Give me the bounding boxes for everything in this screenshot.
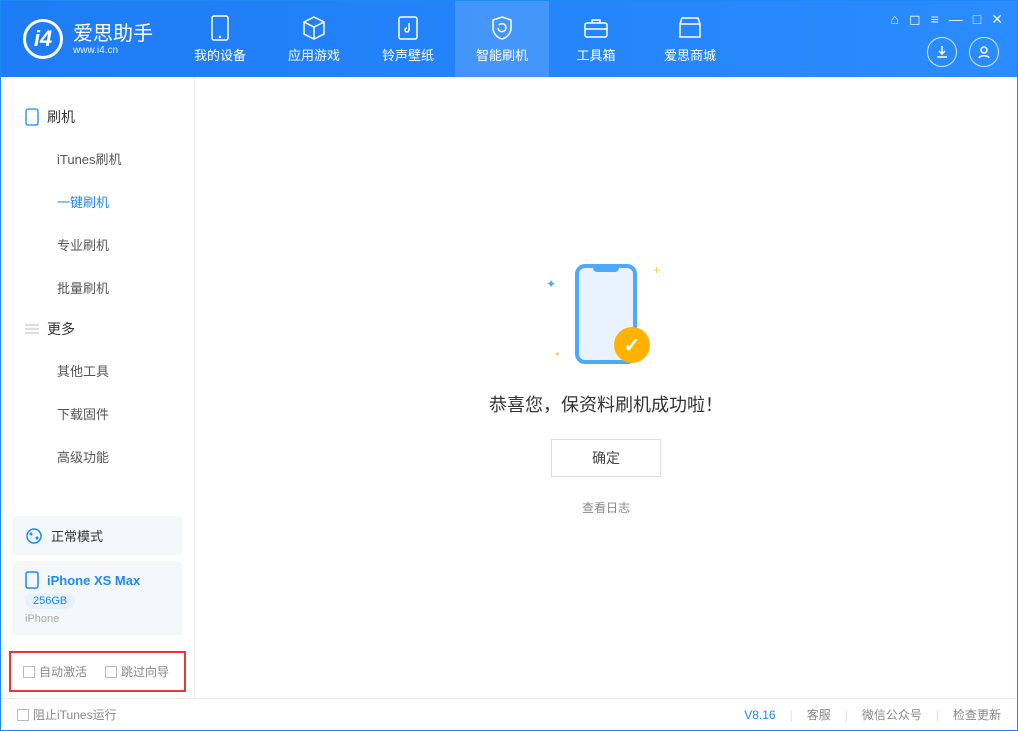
app-title: 爱思助手: [73, 23, 153, 45]
success-illustration: ✦ + ✦ ✓: [536, 259, 676, 369]
cube-icon: [301, 15, 327, 41]
device-mode-row[interactable]: 正常模式: [13, 516, 182, 555]
sidebar-item-advanced[interactable]: 高级功能: [1, 435, 194, 478]
checkmark-badge-icon: ✓: [614, 327, 650, 363]
footer-link-update[interactable]: 检查更新: [953, 706, 1001, 723]
main-content: ✦ + ✦ ✓ 恭喜您，保资料刷机成功啦！ 确定 查看日志: [195, 77, 1017, 698]
skin-icon[interactable]: ◻: [909, 11, 921, 28]
view-log-link[interactable]: 查看日志: [582, 499, 630, 516]
tab-my-device[interactable]: 我的设备: [173, 1, 267, 77]
logo-icon: i4: [23, 19, 63, 59]
tab-store[interactable]: 爱思商城: [643, 1, 737, 77]
feedback-icon[interactable]: ⌂: [891, 11, 899, 28]
device-name: iPhone XS Max: [47, 573, 140, 588]
shop-icon: [677, 15, 703, 41]
sidebar-item-batch-flash[interactable]: 批量刷机: [1, 266, 194, 309]
app-logo: i4 爱思助手 www.i4.cn: [1, 19, 173, 59]
sidebar-item-download-firmware[interactable]: 下载固件: [1, 392, 194, 435]
footer-link-support[interactable]: 客服: [807, 706, 831, 723]
minimize-button[interactable]: —: [949, 11, 963, 28]
device-capacity: 256GB: [25, 593, 75, 609]
sidebar-item-other-tools[interactable]: 其他工具: [1, 349, 194, 392]
success-message: 恭喜您，保资料刷机成功啦！: [489, 391, 723, 417]
tab-toolbox[interactable]: 工具箱: [549, 1, 643, 77]
device-panel: 正常模式 iPhone XS Max 256GB iPhone: [13, 516, 182, 641]
tab-apps-games[interactable]: 应用游戏: [267, 1, 361, 77]
app-subtitle: www.i4.cn: [73, 45, 153, 56]
sparkle-icon: ✦: [546, 277, 556, 291]
sidebar-group-more: 更多: [1, 309, 194, 349]
sidebar-item-pro-flash[interactable]: 专业刷机: [1, 223, 194, 266]
sidebar-item-itunes-flash[interactable]: iTunes刷机: [1, 137, 194, 180]
device-type: iPhone: [25, 613, 59, 625]
device-info-row[interactable]: iPhone XS Max 256GB iPhone: [13, 561, 182, 635]
window-controls: ⌂ ◻ ≡ — □ ✕: [891, 11, 1003, 28]
app-header: i4 爱思助手 www.i4.cn 我的设备 应用游戏 铃声壁纸 智能刷机 工具…: [1, 1, 1017, 77]
close-button[interactable]: ✕: [991, 11, 1003, 28]
footer-link-wechat[interactable]: 微信公众号: [862, 706, 922, 723]
status-bar: 阻止iTunes运行 V8.16 | 客服 | 微信公众号 | 检查更新: [1, 698, 1017, 730]
checkbox-block-itunes[interactable]: 阻止iTunes运行: [17, 706, 117, 723]
top-tabs: 我的设备 应用游戏 铃声壁纸 智能刷机 工具箱 爱思商城: [173, 1, 737, 77]
menu-icon[interactable]: ≡: [931, 11, 939, 28]
music-file-icon: [395, 15, 421, 41]
maximize-button[interactable]: □: [973, 11, 981, 28]
header-account: [927, 37, 999, 67]
ok-button[interactable]: 确定: [551, 439, 661, 477]
flash-options-highlighted: 自动激活 跳过向导: [9, 651, 186, 692]
download-icon[interactable]: [927, 37, 957, 67]
checkbox-auto-activate[interactable]: 自动激活: [23, 663, 87, 680]
mode-icon: [25, 527, 43, 545]
shield-refresh-icon: [489, 15, 515, 41]
phone-icon: [25, 571, 39, 589]
sidebar-item-oneclick-flash[interactable]: 一键刷机: [1, 180, 194, 223]
checkbox-skip-guide[interactable]: 跳过向导: [105, 663, 169, 680]
more-icon: [25, 322, 39, 336]
tab-smart-flash[interactable]: 智能刷机: [455, 1, 549, 77]
user-icon[interactable]: [969, 37, 999, 67]
version-label: V8.16: [744, 708, 775, 722]
phone-icon: [25, 108, 39, 126]
sparkle-icon: +: [653, 263, 660, 277]
device-icon: [207, 15, 233, 41]
tab-ringtones[interactable]: 铃声壁纸: [361, 1, 455, 77]
sidebar: 刷机 iTunes刷机 一键刷机 专业刷机 批量刷机 更多 其他工具 下载固件 …: [1, 77, 195, 698]
toolbox-icon: [583, 15, 609, 41]
sparkle-icon: ✦: [554, 350, 561, 359]
sidebar-group-flash: 刷机: [1, 97, 194, 137]
